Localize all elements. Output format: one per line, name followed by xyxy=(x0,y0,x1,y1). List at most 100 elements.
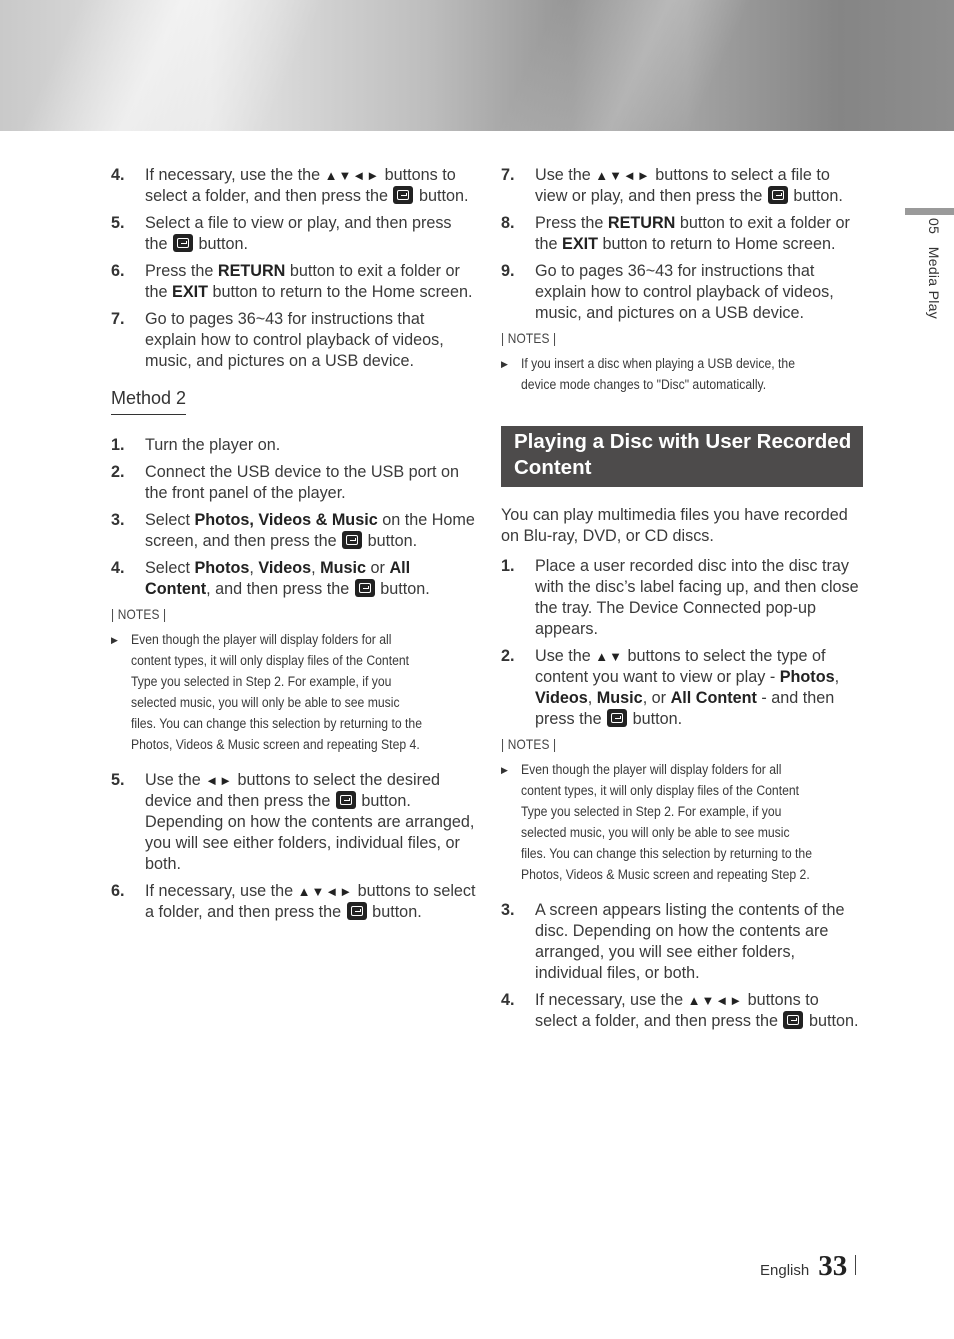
note-text: Even though the player will display fold… xyxy=(131,632,422,753)
text-run: Press the xyxy=(145,262,218,280)
direction-arrows-icon: ▲▼◄► xyxy=(297,884,354,899)
text-run: If necessary, use the the xyxy=(145,166,325,184)
step-text: Use the ▲▼ buttons to select the type of… xyxy=(535,646,863,730)
enter-button-icon xyxy=(767,186,788,204)
step-text: Use the ◄► buttons to select the desired… xyxy=(145,770,476,875)
bold-term: Videos xyxy=(535,689,588,707)
note-text: Even though the player will display fold… xyxy=(521,762,812,883)
notes-list: ▶ If you insert a disc when playing a USB… xyxy=(501,354,863,396)
note-item: ▶ Even though the player will display fol… xyxy=(501,760,863,886)
text-run: button. xyxy=(367,903,422,921)
bold-term: EXIT xyxy=(562,235,598,253)
notes-label: | NOTES | xyxy=(501,330,557,346)
list-item: 6. Press the RETURN button to exit a fold… xyxy=(111,261,476,303)
list-item: 3. Select Photos, Videos & Music on the H… xyxy=(111,510,476,552)
enter-button-icon xyxy=(173,234,194,252)
step-number: 4. xyxy=(111,166,125,184)
direction-arrows-icon: ▲▼◄► xyxy=(595,168,651,183)
step-text: Select a file to view or play, and then … xyxy=(145,213,476,255)
step-number: 3. xyxy=(111,511,125,529)
text-run: button. xyxy=(363,532,418,550)
list-item: 2. Use the ▲▼ buttons to select the type … xyxy=(501,646,863,730)
step-list: 3. A screen appears listing the contents … xyxy=(501,900,863,1032)
text-run: button. xyxy=(804,1012,859,1030)
step-list: 1. Turn the player on. 2. Connect the USB d… xyxy=(111,435,476,600)
step-number: 6. xyxy=(111,882,125,900)
step-list: 1. Place a user recorded disc into the di… xyxy=(501,556,863,730)
step-text: Press the RETURN button to exit a folder… xyxy=(535,213,863,255)
list-item: 4. If necessary, use the the ▲▼◄► buttons… xyxy=(111,165,476,207)
bold-term: Music xyxy=(596,689,643,707)
step-number: 9. xyxy=(501,262,515,280)
chapter-label: 05 Media Play xyxy=(926,218,942,319)
direction-arrows-icon: ▲▼◄► xyxy=(324,168,381,183)
list-item: 1. Place a user recorded disc into the di… xyxy=(501,556,863,640)
text-run: button. xyxy=(414,187,469,205)
text-run: , xyxy=(249,559,259,577)
bold-term: RETURN xyxy=(607,214,676,232)
left-column: 4. If necessary, use the the ▲▼◄► buttons… xyxy=(111,165,476,929)
bold-term: EXIT xyxy=(172,283,208,301)
step-number: 2. xyxy=(501,647,515,665)
step-number: 4. xyxy=(111,559,125,577)
bold-term: Photos xyxy=(779,668,835,686)
list-item: 8. Press the RETURN button to exit a fold… xyxy=(501,213,863,255)
step-number: 1. xyxy=(501,557,515,575)
note-item: ▶ If you insert a disc when playing a USB… xyxy=(501,354,863,396)
bold-term: RETURN xyxy=(217,262,286,280)
enter-button-icon xyxy=(393,186,414,204)
step-text: If necessary, use the ▲▼◄► buttons to se… xyxy=(145,881,476,923)
text-run: Use the xyxy=(535,647,596,665)
right-column: 7. Use the ▲▼◄► buttons to select a file … xyxy=(501,165,863,1038)
direction-arrows-icon: ▲▼◄► xyxy=(687,993,744,1008)
page-number: 33 xyxy=(818,1250,848,1282)
chapter-tab-bar xyxy=(905,208,954,215)
notes-list: ▶ Even though the player will display fol… xyxy=(111,630,476,756)
step-text: Go to pages 36~43 for instructions that … xyxy=(145,309,476,372)
text-run: button. xyxy=(194,235,249,253)
text-run: , xyxy=(587,689,597,707)
language-label: English xyxy=(760,1262,810,1279)
text-run: A screen appears listing the contents of… xyxy=(535,901,845,982)
step-list: 7. Use the ▲▼◄► buttons to select a file … xyxy=(501,165,863,324)
section-intro: You can play multimedia files you have r… xyxy=(501,506,848,545)
list-item: 2. Connect the USB device to the USB port… xyxy=(111,462,476,504)
step-text: Go to pages 36~43 for instructions that … xyxy=(535,261,863,324)
page-footer: English 33 xyxy=(760,1250,857,1283)
enter-button-icon xyxy=(335,791,356,809)
notes-list: ▶ Even though the player will display fol… xyxy=(501,760,863,886)
step-text: Turn the player on. xyxy=(145,435,476,456)
chapter-number: 05 xyxy=(926,218,942,235)
list-item: 4. Select Photos, Videos, Music or All Co… xyxy=(111,558,476,600)
step-number: 7. xyxy=(111,310,125,328)
step-list: 5. Use the ◄► buttons to select the desir… xyxy=(111,770,476,923)
direction-arrows-icon: ◄► xyxy=(205,773,234,788)
list-item: 3. A screen appears listing the contents … xyxy=(501,900,863,984)
step-number: 7. xyxy=(501,166,515,184)
step-text: Use the ▲▼◄► buttons to select a file to… xyxy=(535,165,863,207)
bold-term: Photos xyxy=(194,559,250,577)
step-number: 5. xyxy=(111,771,125,789)
step-text: Select Photos, Videos, Music or All Cont… xyxy=(145,558,476,600)
step-text: A screen appears listing the contents of… xyxy=(535,900,863,984)
note-item: ▶ Even though the player will display fol… xyxy=(111,630,476,756)
step-number: 4. xyxy=(501,991,515,1009)
text-run: , xyxy=(834,668,840,686)
enter-button-icon xyxy=(607,709,628,727)
chapter-title: Media Play xyxy=(926,246,942,320)
triangle-bullet-icon: ▶ xyxy=(501,359,508,369)
step-text: If necessary, use the ▲▼◄► buttons to se… xyxy=(535,990,863,1032)
step-number: 2. xyxy=(111,463,125,481)
triangle-bullet-icon: ▶ xyxy=(501,765,508,775)
step-text: Connect the USB device to the USB port o… xyxy=(145,462,476,504)
step-text: If necessary, use the the ▲▼◄► buttons t… xyxy=(145,165,476,207)
text-run: button. xyxy=(788,187,843,205)
step-number: 3. xyxy=(501,901,515,919)
text-run: Press the xyxy=(535,214,608,232)
text-run: Use the xyxy=(145,771,206,789)
bold-term: Videos xyxy=(258,559,312,577)
text-run: Turn the player on. xyxy=(145,436,281,454)
text-run: Place a user recorded disc into the disc… xyxy=(535,557,859,638)
step-text: Select Photos, Videos & Music on the Hom… xyxy=(145,510,476,552)
text-run: button to return to the Home screen. xyxy=(208,283,473,301)
